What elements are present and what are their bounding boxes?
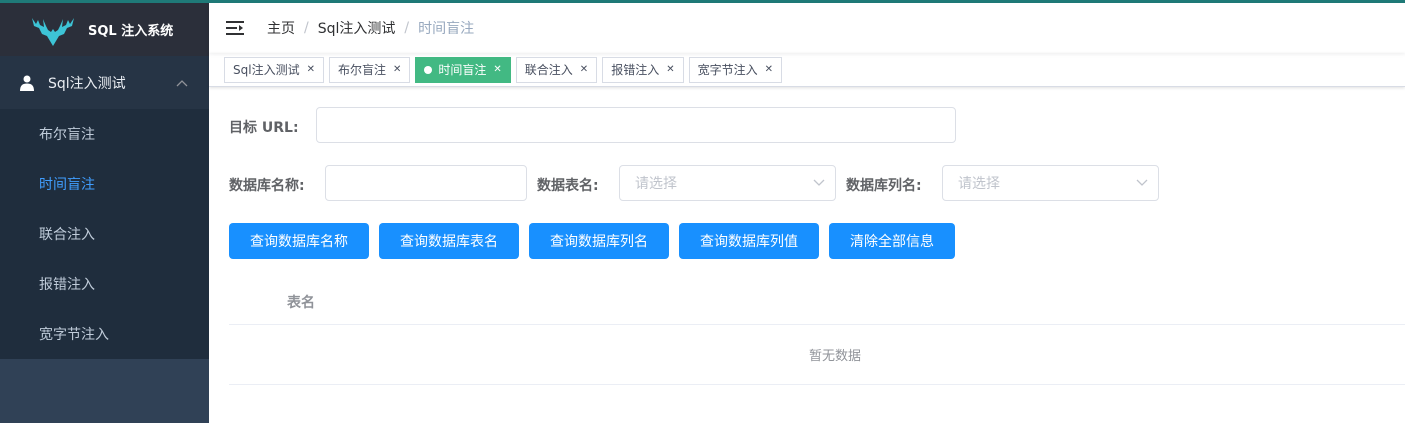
tag-wide-byte[interactable]: 宽字节注入 ✕ — [688, 56, 782, 83]
table-select[interactable]: 请选择 — [619, 165, 836, 201]
app-title: SQL 注入系统 — [88, 24, 174, 39]
tag-label: 时间盲注 — [438, 63, 487, 77]
sidebar-item-boolean-blind[interactable]: 布尔盲注 — [0, 109, 209, 159]
close-icon[interactable]: ✕ — [580, 64, 588, 75]
tag-union[interactable]: 联合注入 ✕ — [515, 56, 598, 83]
table-label: 数据表名: — [537, 178, 599, 194]
logo[interactable]: SQL 注入系统 — [0, 3, 209, 56]
close-icon[interactable]: ✕ — [493, 64, 501, 75]
tags-view: Sql注入测试 ✕ 布尔盲注 ✕ 时间盲注 ✕ 联合注入 ✕ 报错注入 ✕ 宽字… — [209, 53, 1405, 87]
active-dot-icon — [424, 65, 433, 74]
tag-label: 宽字节注入 — [697, 63, 758, 77]
breadcrumb-separator: / — [404, 20, 410, 36]
tag-error[interactable]: 报错注入 ✕ — [602, 56, 684, 83]
tag-label: Sql注入测试 — [233, 63, 300, 77]
main-area: 主页 / Sql注入测试 / 时间盲注 Sql注入测试 ✕ 布尔盲注 ✕ 时间盲… — [209, 3, 1405, 423]
tag-label: 报错注入 — [611, 63, 660, 77]
url-label: 目标 URL: — [229, 120, 299, 136]
close-icon[interactable]: ✕ — [765, 64, 773, 75]
navbar: 主页 / Sql注入测试 / 时间盲注 — [209, 3, 1405, 53]
tag-label: 布尔盲注 — [337, 63, 386, 77]
tag-boolean-blind[interactable]: 布尔盲注 ✕ — [328, 56, 411, 83]
close-icon[interactable]: ✕ — [393, 64, 401, 75]
empty-text: 暂无数据 — [808, 349, 861, 364]
column-select-placeholder: 请选择 — [958, 176, 1000, 192]
breadcrumb-separator: / — [304, 20, 309, 36]
chevron-down-icon — [813, 179, 825, 186]
tag-time-blind[interactable]: 时间盲注 ✕ — [415, 56, 511, 83]
tag-label: 联合注入 — [524, 63, 573, 77]
query-column-name-button[interactable]: 查询数据库列名 — [529, 223, 669, 259]
query-column-value-button[interactable]: 查询数据库列值 — [679, 223, 819, 259]
table-select-placeholder: 请选择 — [635, 176, 677, 192]
db-name-input[interactable] — [325, 165, 527, 201]
deer-logo-icon — [32, 17, 74, 46]
sidebar-item-union[interactable]: 联合注入 — [0, 209, 209, 259]
column-select[interactable]: 请选择 — [942, 165, 1159, 201]
sidebar-item-error[interactable]: 报错注入 — [0, 259, 209, 309]
submenu: 布尔盲注 时间盲注 联合注入 报错注入 宽字节注入 — [0, 109, 209, 359]
menu-group-sql-test[interactable]: Sql注入测试 — [0, 56, 209, 109]
breadcrumb: 主页 / Sql注入测试 / 时间盲注 — [267, 18, 474, 38]
chevron-up-icon — [176, 79, 188, 86]
sidebar: SQL 注入系统 Sql注入测试 布尔盲注 时间盲注 联合注入 报错注入 宽字节… — [0, 3, 209, 423]
close-icon[interactable]: ✕ — [307, 64, 315, 75]
query-db-name-button[interactable]: 查询数据库名称 — [229, 223, 369, 259]
result-table: 表名 暂无数据 — [229, 279, 1405, 385]
menu-fold-icon[interactable] — [226, 20, 244, 36]
breadcrumb-current: 时间盲注 — [418, 21, 475, 37]
breadcrumb-sql-test[interactable]: Sql注入测试 — [318, 18, 396, 38]
breadcrumb-home[interactable]: 主页 — [267, 18, 295, 38]
column-label: 数据库列名: — [846, 178, 922, 194]
table-header: 表名 — [229, 279, 1405, 325]
url-input[interactable] — [316, 107, 956, 143]
sidebar-item-time-blind[interactable]: 时间盲注 — [0, 159, 209, 209]
query-table-name-button[interactable]: 查询数据库表名 — [379, 223, 519, 259]
db-name-label: 数据库名称: — [229, 178, 305, 194]
chevron-down-icon — [1136, 179, 1148, 186]
clear-all-button[interactable]: 清除全部信息 — [829, 223, 955, 259]
user-icon — [20, 75, 34, 91]
table-header-cell: 表名 — [287, 294, 315, 311]
close-icon[interactable]: ✕ — [666, 64, 674, 75]
tag-sql-test[interactable]: Sql注入测试 ✕ — [224, 56, 324, 83]
table-body: 暂无数据 — [229, 325, 1405, 385]
menu-group-label: Sql注入测试 — [48, 75, 126, 92]
sidebar-item-wide-byte[interactable]: 宽字节注入 — [0, 309, 209, 359]
